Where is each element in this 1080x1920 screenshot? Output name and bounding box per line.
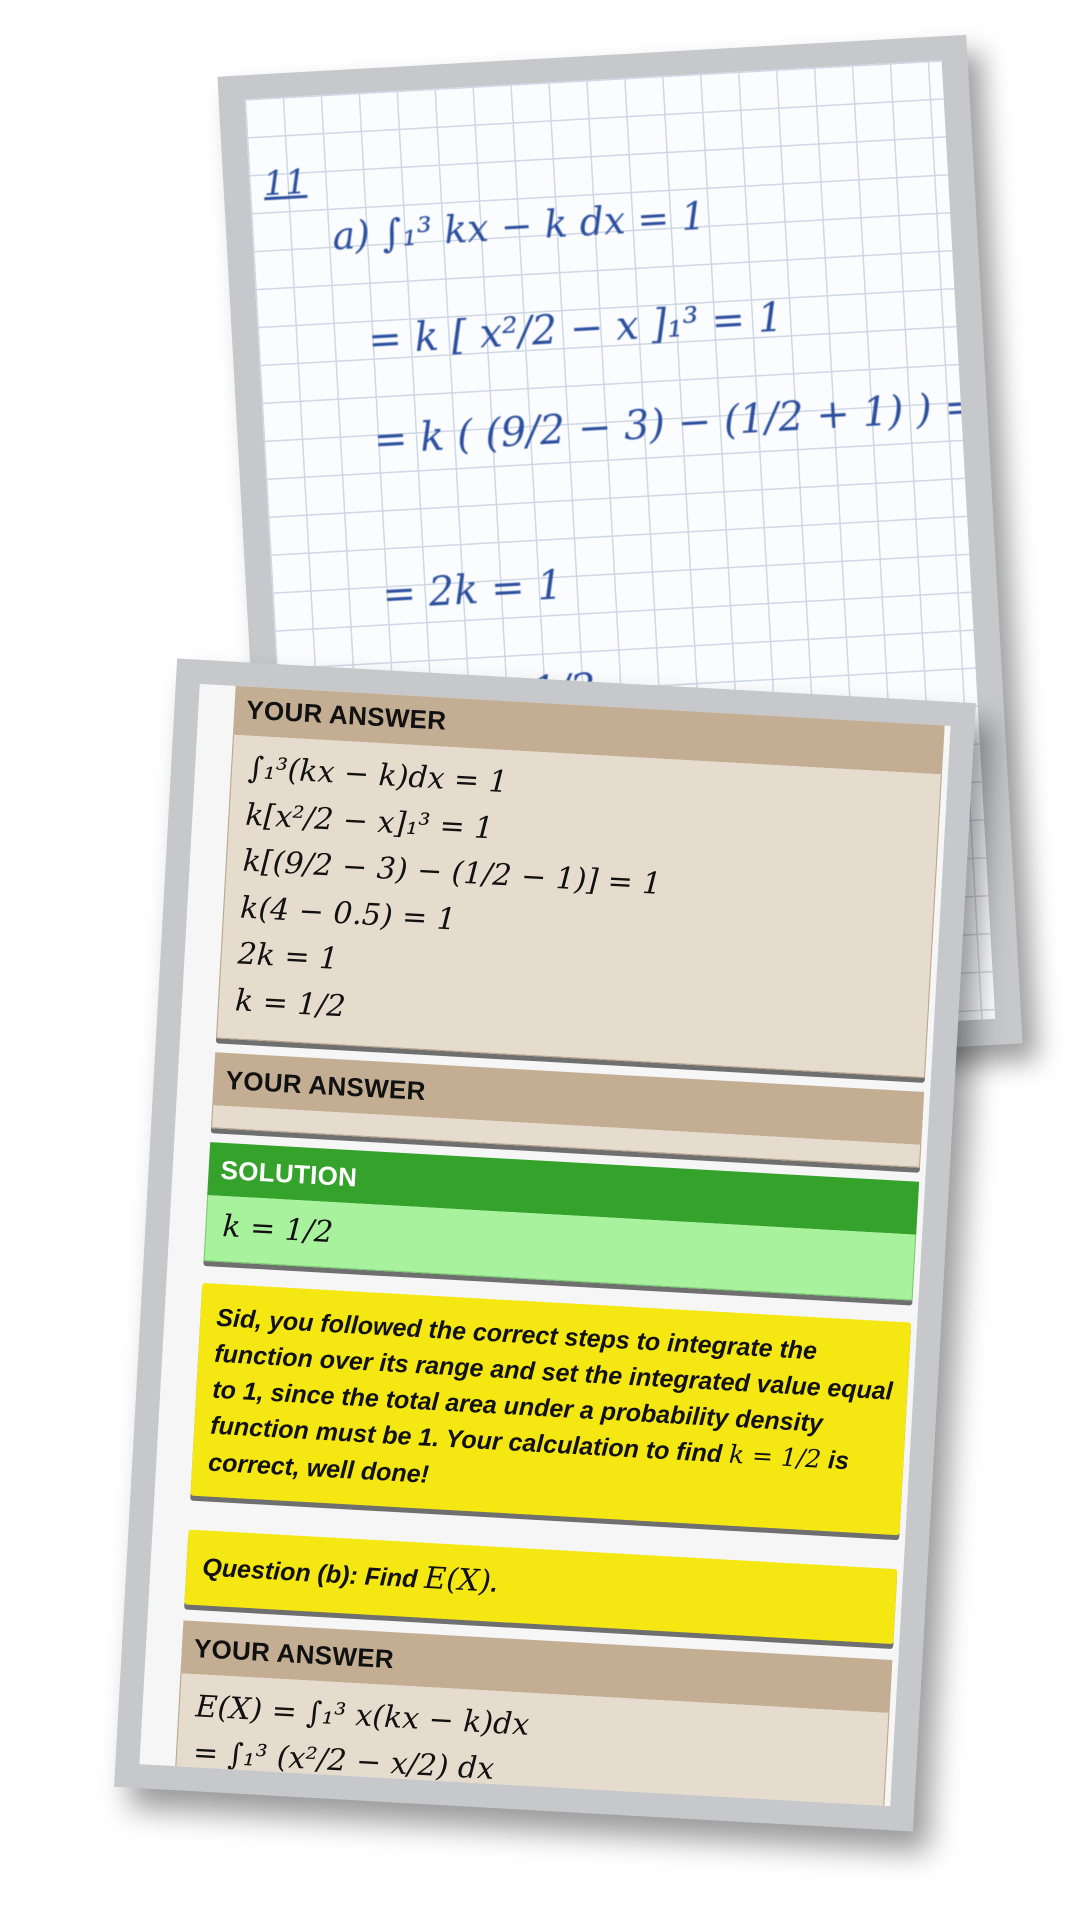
your-answer-body: ∫₁³(kx − k)dx = 1 k[x²/2 − x]₁³ = 1 k[(9… xyxy=(216,734,942,1078)
handwritten-line: = 2k = 1 xyxy=(381,562,564,619)
handwritten-line: = k [ x²/2 − x ]₁³ = 1 xyxy=(367,294,785,364)
question-suffix: . xyxy=(490,1569,499,1598)
feedback-box: Sid, you followed the correct steps to i… xyxy=(190,1282,912,1535)
page-number: 11 xyxy=(262,161,308,205)
app-screenshot: YOUR ANSWER ∫₁³(kx − k)dx = 1 k[x²/2 − x… xyxy=(114,658,976,1832)
question-math: E(X) xyxy=(423,1560,492,1600)
your-answer-card-b: YOUR ANSWER E(X) = ∫₁³ x(kx − k)dx = ∫₁³… xyxy=(173,1620,893,1807)
your-answer-card: YOUR ANSWER ∫₁³(kx − k)dx = 1 k[x²/2 − x… xyxy=(216,683,945,1078)
app-content: YOUR ANSWER ∫₁³(kx − k)dx = 1 k[x²/2 − x… xyxy=(139,683,951,1807)
feedback-math: k = 1/2 xyxy=(728,1439,822,1474)
handwritten-line: a) ∫₁³ kx − k dx = 1 xyxy=(331,193,707,259)
solution-card: SOLUTION k = 1/2 xyxy=(203,1142,920,1301)
handwritten-line: = k ( (9/2 − 3) − (1/2 + 1) ) = 1 xyxy=(372,381,996,464)
question-prefix: Question (b): Find xyxy=(201,1553,426,1594)
